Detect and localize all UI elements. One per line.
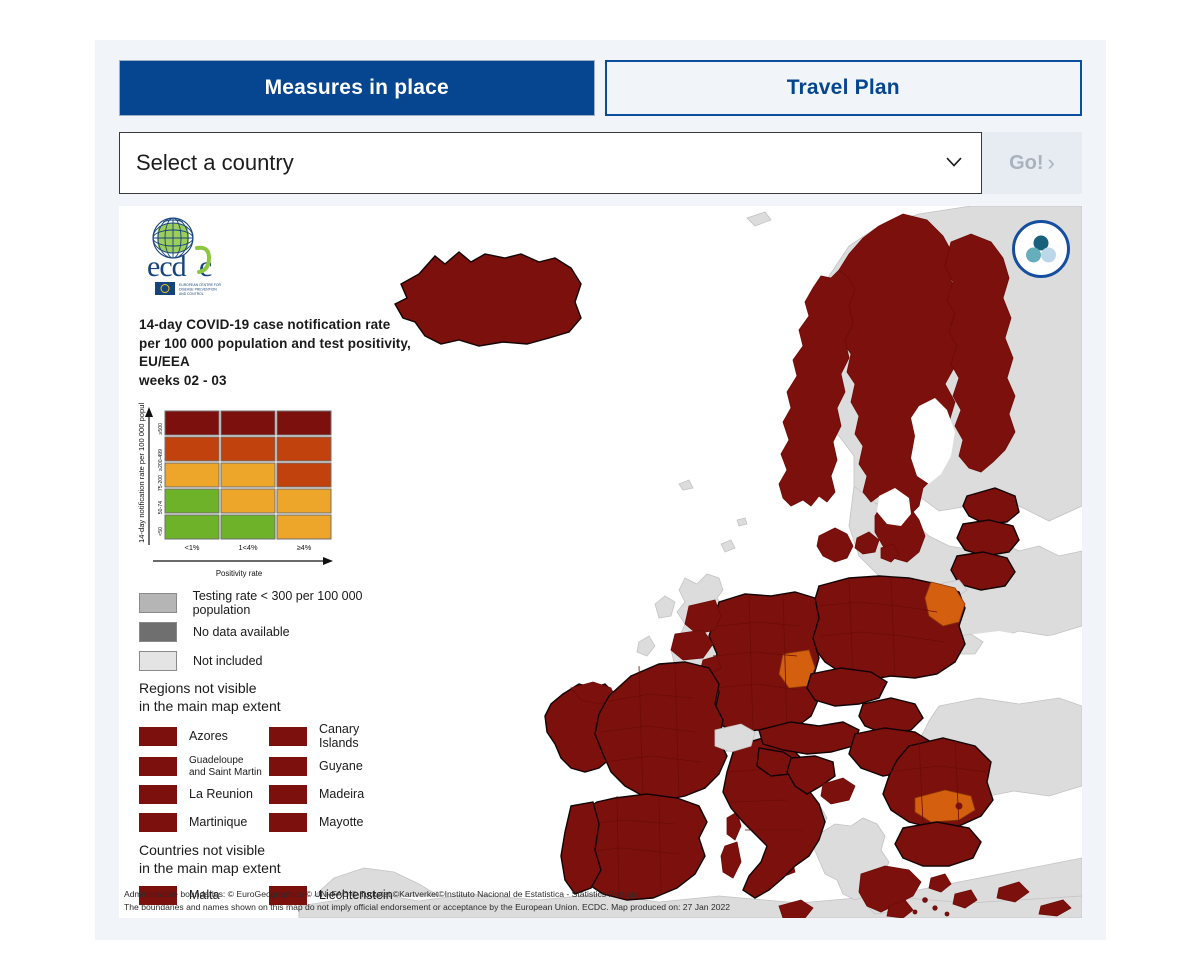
svg-text:75-200: 75-200 xyxy=(158,474,164,490)
widget-panel: Measures in place Travel Plan Select a c… xyxy=(95,40,1106,940)
country-select[interactable]: Select a country xyxy=(119,132,982,194)
region-item: La Reunion xyxy=(139,783,269,807)
tab-measures-in-place[interactable]: Measures in place xyxy=(119,60,595,116)
region-label-mayotte: Mayotte xyxy=(319,815,364,830)
region-label-madeira: Madeira xyxy=(319,787,365,802)
svg-text:<50: <50 xyxy=(158,526,164,535)
swatch-testing-rate xyxy=(139,592,177,613)
map-container[interactable]: .dr { fill:#7c100c; stroke:#6b0c08; stro… xyxy=(119,206,1082,918)
tab-measures-in-place-label: Measures in place xyxy=(264,76,449,99)
matrix-y-axis-label: 14-day notification rate per 100 000 pop… xyxy=(137,403,146,543)
region-label-canary-islands: Canary Islands xyxy=(319,721,360,751)
legend-label-testing-rate: Testing rate < 300 per 100 000 populatio… xyxy=(192,588,363,617)
swatch-guadeloupe xyxy=(139,757,177,777)
swatch-azores xyxy=(139,726,177,746)
country-select-row: Select a country Go! › xyxy=(119,132,1082,194)
attribution-line-1: Administrative boundaries: © EuroGeograp… xyxy=(124,889,643,900)
legend-title: 14-day COVID-19 case notification rate p… xyxy=(139,316,421,391)
region-item: Guadeloupe and Saint Martin xyxy=(139,755,269,779)
svg-text:<1%: <1% xyxy=(185,543,200,552)
legend-matrix-svg: 14-day notification rate per 100 000 pop… xyxy=(137,403,333,578)
legend-title-line-2: per 100 000 population and test positivi… xyxy=(139,335,411,370)
swatch-madeira xyxy=(269,785,307,805)
attribution-line-2: The boundaries and names shown on this m… xyxy=(124,901,731,912)
svg-text:AND CONTROL: AND CONTROL xyxy=(179,292,204,296)
map-layers-button[interactable] xyxy=(1012,220,1070,278)
swatch-no-data xyxy=(139,621,177,642)
region-item: Azores xyxy=(139,722,269,751)
ecdc-logo: ecd c EUROPEAN CENTRE FOR DISEASE PREVEN… xyxy=(139,216,243,298)
swatch-martinique xyxy=(139,813,177,833)
three-circles-icon xyxy=(1026,235,1056,263)
tab-travel-plan[interactable]: Travel Plan xyxy=(604,60,1082,116)
svg-text:ecd: ecd xyxy=(147,250,187,283)
countries-heading-line-1: Countries not visible xyxy=(139,841,266,858)
legend-label-no-data: No data available xyxy=(193,624,290,639)
legend-grey-items: Testing rate < 300 per 100 000 populatio… xyxy=(139,588,421,673)
page-root: Measures in place Travel Plan Select a c… xyxy=(0,0,1200,953)
legend-title-line-1: 14-day COVID-19 case notification rate xyxy=(139,317,391,332)
svg-text:1<4%: 1<4% xyxy=(238,543,258,552)
country-select-value: Select a country xyxy=(136,150,294,175)
go-button-arrow: › xyxy=(1047,150,1055,175)
region-item: Guyane xyxy=(269,755,399,779)
go-button[interactable]: Go! › xyxy=(982,132,1082,194)
matrix-x-axis-label: Positivity rate xyxy=(216,569,262,578)
region-item: Madeira xyxy=(269,783,399,807)
svg-text:≥4%: ≥4% xyxy=(297,543,312,552)
svg-text:≥200-499: ≥200-499 xyxy=(158,448,164,470)
region-label-guyane: Guyane xyxy=(319,759,363,774)
swatch-mayotte xyxy=(269,813,307,833)
swatch-la-reunion xyxy=(139,785,177,805)
region-label-azores: Azores xyxy=(189,729,228,744)
regions-heading: Regions not visible in the main map exte… xyxy=(139,679,421,715)
regions-heading-line-1: Regions not visible xyxy=(139,679,257,696)
legend-title-line-3: weeks 02 - 03 xyxy=(139,372,227,388)
legend-item-no-data: No data available xyxy=(139,620,421,644)
swatch-not-included xyxy=(139,650,177,671)
legend-matrix: 14-day notification rate per 100 000 pop… xyxy=(135,403,413,583)
map-legend: ecd c EUROPEAN CENTRE FOR DISEASE PREVEN… xyxy=(131,216,421,907)
legend-item-testing-rate: Testing rate < 300 per 100 000 populatio… xyxy=(139,588,421,617)
go-button-label: Go! xyxy=(1009,151,1044,174)
region-item: Mayotte xyxy=(269,811,399,835)
svg-text:50-74: 50-74 xyxy=(158,500,164,513)
countries-heading: Countries not visible in the main map ex… xyxy=(139,841,421,877)
region-label-martinique: Martinique xyxy=(189,815,248,830)
svg-text:≥500: ≥500 xyxy=(158,422,164,434)
tab-travel-plan-label: Travel Plan xyxy=(786,76,900,99)
region-label-la-reunion: La Reunion xyxy=(189,787,253,802)
region-item: Canary Islands xyxy=(269,722,399,751)
ecdc-logo-icon: ecd c EUROPEAN CENTRE FOR DISEASE PREVEN… xyxy=(147,217,222,296)
tab-bar: Measures in place Travel Plan xyxy=(119,60,1082,116)
swatch-canary-islands xyxy=(269,726,307,746)
region-item: Martinique xyxy=(139,811,269,835)
svg-text:DISEASE PREVENTION: DISEASE PREVENTION xyxy=(179,288,217,292)
region-label-guadeloupe: Guadeloupe and Saint Martin xyxy=(189,755,262,778)
chevron-down-icon xyxy=(945,153,963,171)
legend-item-not-included: Not included xyxy=(139,649,421,673)
regions-list: Azores Canary Islands Guadeloupe and Sai… xyxy=(139,722,421,835)
countries-heading-line-2: in the main map extent xyxy=(139,859,281,876)
regions-heading-line-2: in the main map extent xyxy=(139,697,281,714)
legend-label-not-included: Not included xyxy=(193,653,263,668)
map-attribution: Administrative boundaries: © EuroGeograp… xyxy=(124,888,824,913)
svg-text:EUROPEAN CENTRE FOR: EUROPEAN CENTRE FOR xyxy=(179,283,222,287)
swatch-guyane xyxy=(269,757,307,777)
